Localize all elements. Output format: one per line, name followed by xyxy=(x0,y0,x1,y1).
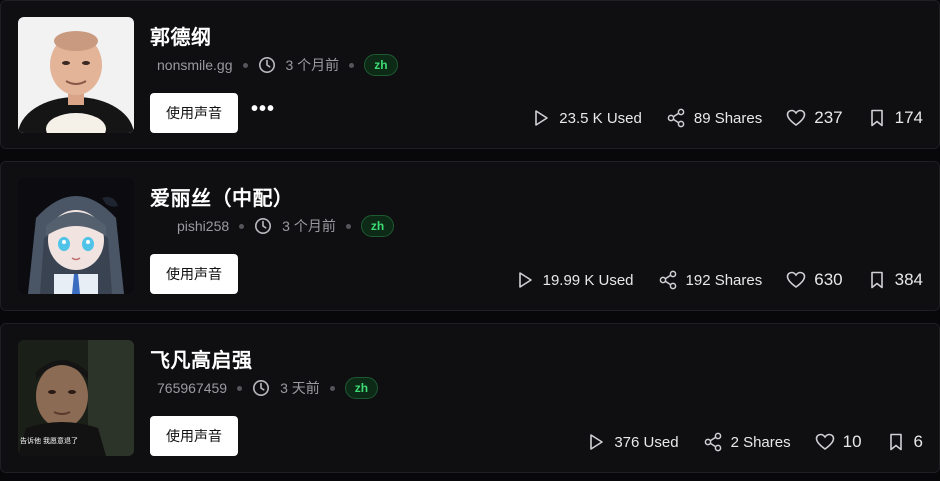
voice-card[interactable]: 爱丽丝（中配） pishi258 3 个月前 zh 使用声音 19.99 K U… xyxy=(0,161,940,311)
created-time: 3 个月前 xyxy=(285,57,340,73)
voice-list: 郭德纲 nonsmile.gg 3 个月前 zh 使用声音 ••• 23.5 K… xyxy=(0,0,940,481)
shares-stat[interactable]: 192 Shares xyxy=(658,270,763,290)
language-badge: zh xyxy=(344,377,379,399)
heart-icon xyxy=(786,109,806,126)
saves-count: 174 xyxy=(894,108,923,127)
play-icon xyxy=(518,272,532,288)
voice-stats: 376 Used 2 Shares 10 6 xyxy=(562,430,923,454)
voice-stats: 19.99 K Used 192 Shares 630 384 xyxy=(491,268,923,292)
language-badge: zh xyxy=(364,54,398,76)
used-count: 376 Used xyxy=(614,433,679,451)
voice-stats: 23.5 K Used 89 Shares 237 174 xyxy=(507,106,923,130)
saves-stat[interactable]: 174 xyxy=(867,108,923,128)
separator-dot xyxy=(237,385,243,391)
use-voice-button[interactable]: 使用声音 xyxy=(150,416,238,456)
saves-stat[interactable]: 384 xyxy=(867,270,923,290)
separator-dot xyxy=(329,385,335,391)
voice-title: 爱丽丝（中配） xyxy=(150,188,294,210)
shares-count: 2 Shares xyxy=(730,433,791,451)
voice-avatar xyxy=(18,178,134,294)
author-name[interactable]: 765967459 xyxy=(157,380,227,396)
separator-dot xyxy=(239,223,245,229)
clock-icon xyxy=(258,56,275,74)
shares-stat[interactable]: 89 Shares xyxy=(666,108,762,128)
clock-icon xyxy=(255,217,272,235)
bookmark-icon xyxy=(889,433,902,451)
avatar-image xyxy=(18,17,134,133)
saves-count: 384 xyxy=(894,270,923,289)
bookmark-icon xyxy=(870,271,883,289)
likes-stat[interactable]: 630 xyxy=(786,270,843,290)
play-icon xyxy=(535,110,549,126)
share-icon xyxy=(659,270,676,290)
play-icon xyxy=(590,434,604,450)
voice-card[interactable]: 郭德纲 nonsmile.gg 3 个月前 zh 使用声音 ••• 23.5 K… xyxy=(0,0,940,149)
shares-count: 89 Shares xyxy=(693,109,763,127)
separator-dot xyxy=(242,62,248,68)
voice-avatar xyxy=(18,17,134,133)
likes-stat[interactable]: 10 xyxy=(815,432,862,452)
saves-stat[interactable]: 6 xyxy=(886,432,923,452)
created-time: 3 天前 xyxy=(280,380,320,396)
voice-title: 郭德纲 xyxy=(150,27,212,49)
share-icon xyxy=(704,432,721,452)
used-stat[interactable]: 23.5 K Used xyxy=(531,108,642,128)
voice-meta: 765967459 3 天前 zh xyxy=(157,376,379,400)
created-time: 3 个月前 xyxy=(282,218,336,234)
more-options-icon[interactable]: ••• xyxy=(251,99,274,123)
avatar-image xyxy=(18,178,134,294)
shares-count: 192 Shares xyxy=(685,271,763,289)
likes-count: 10 xyxy=(842,432,862,451)
used-stat[interactable]: 19.99 K Used xyxy=(515,270,634,290)
author-name[interactable]: pishi258 xyxy=(177,218,229,234)
shares-stat[interactable]: 2 Shares xyxy=(703,432,791,452)
voice-avatar: 告诉他 我愿意退了 xyxy=(18,340,134,456)
avatar-caption: 告诉他 我愿意退了 xyxy=(20,438,78,445)
voice-title: 飞凡高启强 xyxy=(150,350,253,372)
likes-stat[interactable]: 237 xyxy=(786,108,843,128)
saves-count: 6 xyxy=(913,432,923,451)
separator-dot xyxy=(345,223,351,229)
clock-icon xyxy=(253,379,270,397)
bookmark-icon xyxy=(870,109,883,127)
used-count: 19.99 K Used xyxy=(542,271,634,289)
used-count: 23.5 K Used xyxy=(559,109,642,127)
voice-meta: nonsmile.gg 3 个月前 zh xyxy=(157,53,398,77)
likes-count: 237 xyxy=(814,108,843,127)
author-name[interactable]: nonsmile.gg xyxy=(157,57,233,73)
likes-count: 630 xyxy=(814,270,843,289)
language-badge: zh xyxy=(360,215,395,237)
heart-icon xyxy=(786,271,806,288)
share-icon xyxy=(667,108,685,128)
used-stat[interactable]: 376 Used xyxy=(586,432,679,452)
heart-icon xyxy=(815,433,834,450)
separator-dot xyxy=(349,62,355,68)
use-voice-button[interactable]: 使用声音 xyxy=(150,93,238,133)
voice-card[interactable]: 告诉他 我愿意退了 飞凡高启强 765967459 3 天前 zh 使用声音 3… xyxy=(0,323,940,473)
voice-meta: pishi258 3 个月前 zh xyxy=(177,214,395,238)
use-voice-button[interactable]: 使用声音 xyxy=(150,254,238,294)
